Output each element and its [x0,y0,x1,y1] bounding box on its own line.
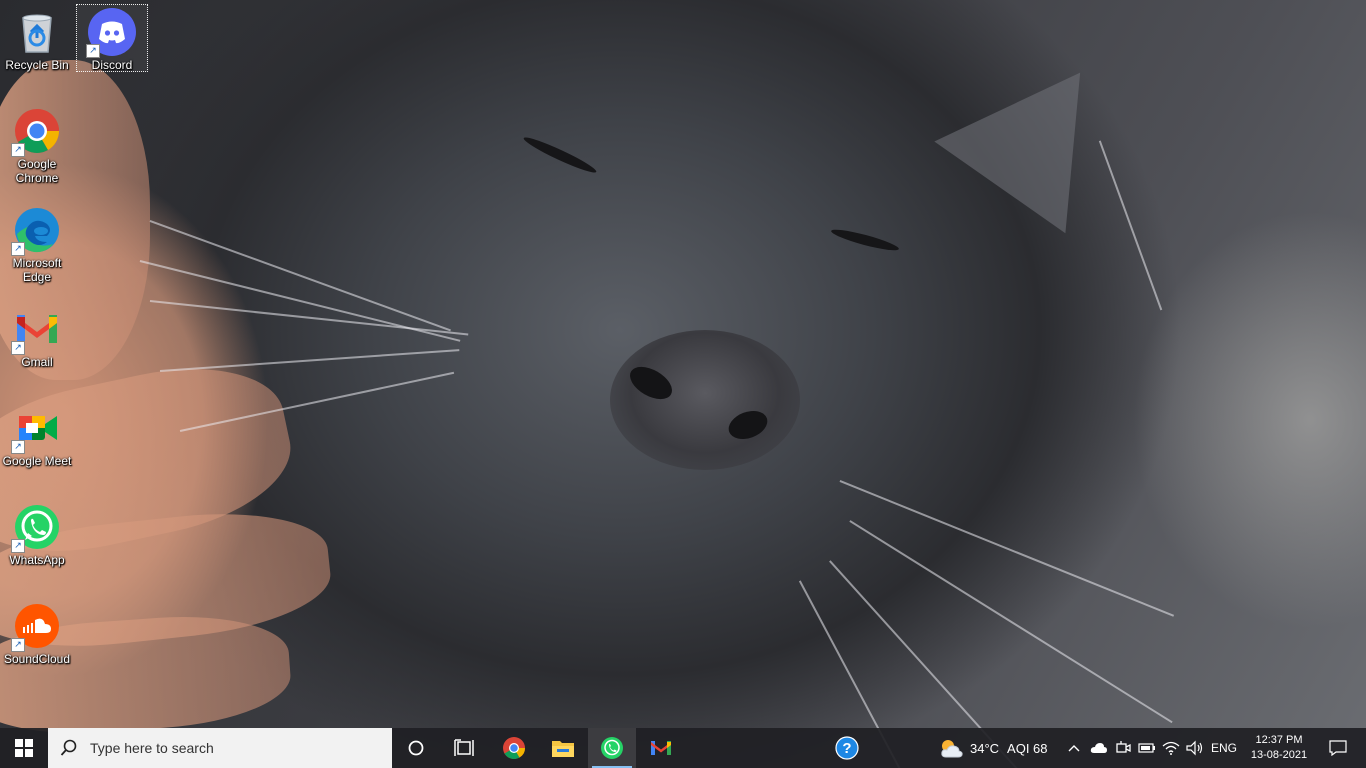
cortana-button[interactable] [392,728,440,768]
cortana-icon [408,740,424,756]
svg-text:?: ? [842,740,851,757]
clock-date: 13-08-2021 [1250,749,1308,761]
shortcut-arrow-icon: ↗ [11,440,25,454]
chevron-up-icon [1068,745,1080,752]
clock[interactable]: 12:37 PM 13-08-2021 [1242,728,1316,768]
gmail-icon [651,741,671,755]
discord-icon: ↗ [86,8,136,58]
search-icon [60,739,77,756]
desktop-icon-label: SoundCloud [3,652,71,666]
soundcloud-icon: ↗ [11,602,61,652]
chrome-icon [503,737,525,759]
start-icon [15,739,33,757]
whatsapp-icon [601,737,623,759]
desktop-icon-google-meet[interactable]: ↗ Google Meet [1,400,73,468]
google-meet-icon: ↗ [11,404,61,454]
wallpaper-cat-eye [521,133,599,177]
desktop-icon-label: Gmail [21,355,53,369]
onedrive-tray[interactable] [1088,728,1110,768]
edge-icon: ↗ [11,206,61,256]
weather-temp: 34°C [970,740,1000,756]
desktop-icon-microsoft-edge[interactable]: ↗ Microsoft Edge [1,202,73,284]
wallpaper-cat-nostril [724,405,772,445]
taskbar: ? 34°C AQI 68 [0,728,1366,768]
shortcut-arrow-icon: ↗ [86,44,100,58]
desktop-icon-label: Google Chrome [15,157,59,185]
wallpaper-cat-nose [610,330,800,470]
wallpaper-cat-eye [829,226,901,254]
partly-cloudy-icon [941,740,963,758]
shortcut-arrow-icon: ↗ [11,638,25,652]
desktop-icon-label: Microsoft Edge [12,256,62,284]
onedrive-icon [1090,743,1107,753]
clock-time: 12:37 PM [1255,734,1303,746]
wallpaper-whisker [1099,140,1163,311]
shortcut-arrow-icon: ↗ [11,143,25,157]
desktop-icon-soundcloud[interactable]: ↗ SoundCloud [1,598,73,666]
search-input[interactable] [88,739,382,757]
show-hidden-icons-button[interactable] [1064,728,1084,768]
notification-icon [1329,740,1347,756]
desktop-icon-google-chrome[interactable]: ↗ Google Chrome [1,103,73,185]
taskbar-gmail[interactable] [637,728,685,768]
shortcut-arrow-icon: ↗ [11,539,25,553]
meet-now-tray[interactable] [1112,728,1134,768]
desktop-icon-recycle-bin[interactable]: Recycle Bin [1,4,73,72]
desktop-icon-whatsapp[interactable]: ↗ WhatsApp [1,499,73,567]
shortcut-arrow-icon: ↗ [11,242,25,256]
weather-aqi: AQI 68 [1007,740,1048,756]
language-indicator[interactable]: ENG [1208,728,1240,768]
taskbar-search-box[interactable] [48,728,392,768]
meet-now-icon [1116,741,1131,753]
wallpaper-cat-ear [934,26,1146,234]
task-view-button[interactable] [440,728,488,768]
task-view-icon [454,739,474,756]
shortcut-arrow-icon: ↗ [11,341,25,355]
taskbar-chrome[interactable] [490,728,538,768]
volume-icon [1186,740,1203,756]
battery-tray[interactable] [1136,728,1158,768]
start-button[interactable] [0,728,48,768]
volume-tray[interactable] [1184,728,1206,768]
weather-widget[interactable]: 34°C AQI 68 [938,728,1058,768]
battery-icon [1138,743,1155,753]
taskbar-file-explorer[interactable] [539,728,587,768]
gmail-icon: ↗ [11,305,61,355]
wallpaper-cat-nostril [624,360,678,406]
desktop-icon-label: WhatsApp [9,553,65,567]
desktop-icon-label: Google Meet [2,454,72,468]
desktop-icon-discord[interactable]: ↗ Discord [76,4,148,72]
chrome-icon: ↗ [11,107,61,157]
wifi-tray[interactable] [1160,728,1182,768]
wallpaper-whisker [839,480,1175,617]
whatsapp-icon: ↗ [11,503,61,553]
wifi-icon [1162,741,1180,755]
wallpaper-whisker [149,220,451,331]
action-center-button[interactable] [1318,728,1358,768]
recycle-bin-icon [13,8,61,56]
desktop-icon-label: Discord [91,58,133,72]
file-explorer-icon [552,741,574,757]
taskbar-whatsapp[interactable] [588,728,636,768]
desktop-icon-label: Recycle Bin [5,58,69,72]
language-label: ENG [1210,741,1237,755]
desktop-wallpaper [0,0,1366,768]
wallpaper-whisker [159,349,460,372]
taskbar-help[interactable]: ? [823,728,871,768]
desktop-icon-gmail[interactable]: ↗ Gmail [1,301,73,369]
help-icon: ? [835,736,859,760]
